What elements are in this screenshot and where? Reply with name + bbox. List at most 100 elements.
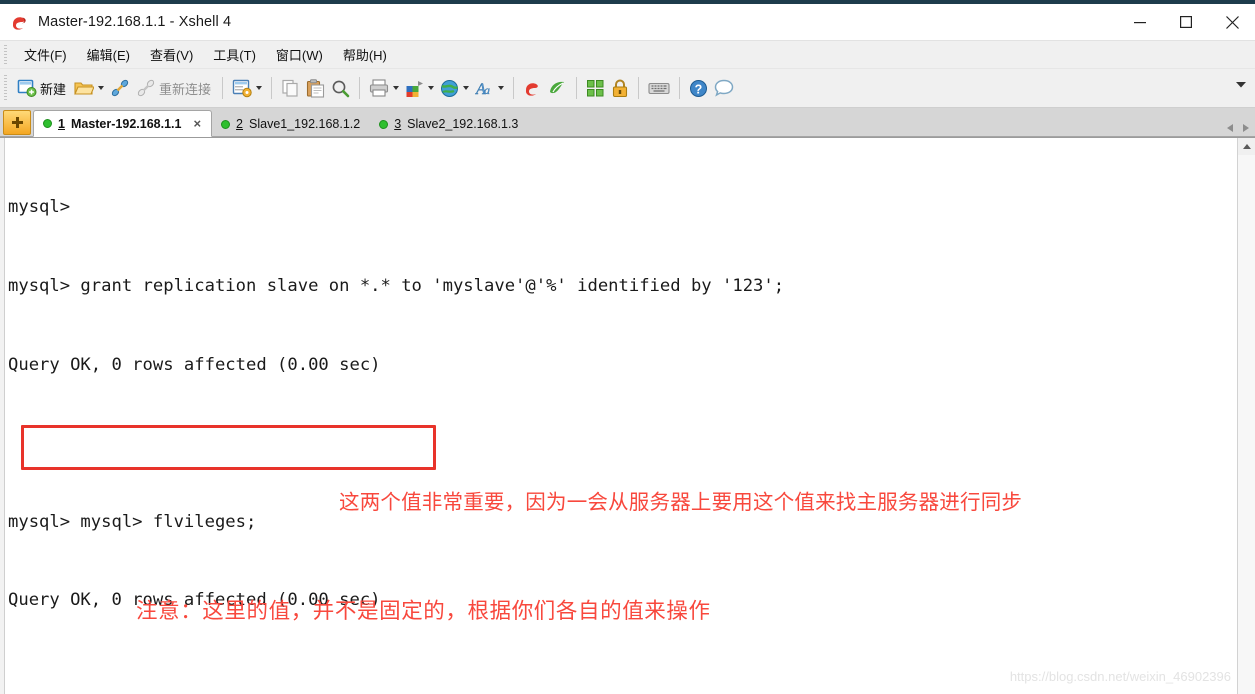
watermark: https://blog.csdn.net/weixin_46902396	[1009, 668, 1231, 684]
menu-tools[interactable]: 工具(T)	[203, 43, 266, 66]
lock-button[interactable]	[608, 73, 632, 103]
color-scheme-caret-icon[interactable]	[428, 86, 435, 90]
open-folder-caret-icon[interactable]	[98, 86, 105, 90]
tab-label: Slave1_192.168.1.2	[249, 117, 361, 131]
copy-icon	[281, 79, 300, 98]
menu-help[interactable]: 帮助(H)	[333, 43, 397, 66]
new-session-button[interactable]: 新建	[14, 73, 71, 103]
disconnect-button: 重新连接	[133, 73, 216, 103]
help-icon: ?	[689, 79, 708, 98]
help-button[interactable]: ?	[686, 73, 711, 103]
font-button[interactable]: A a	[472, 73, 507, 103]
toolbar-separator	[576, 77, 578, 99]
paste-button	[303, 73, 328, 103]
menu-edit[interactable]: 编辑(E)	[77, 43, 140, 66]
tab-slave1-192-168-1-2[interactable]: 2 Slave1_192.168.1.2	[212, 112, 370, 136]
arrange-button[interactable]	[583, 73, 608, 103]
new-session-label: 新建	[40, 81, 67, 97]
window-controls	[1117, 4, 1255, 40]
web-icon	[440, 79, 459, 98]
xftp-icon	[548, 79, 567, 98]
tab-slave2-192-168-1-3[interactable]: 3 Slave2_192.168.1.3	[370, 112, 528, 136]
tab-master-192-168-1-1[interactable]: 1 Master-192.168.1.1 ×	[33, 110, 213, 137]
title-bar: Master-192.168.1.1 - Xshell 4	[0, 4, 1255, 40]
session-manager-button[interactable]	[229, 73, 265, 103]
terminal-screen[interactable]: mysql> mysql> grant replication slave on…	[5, 138, 1237, 694]
connect-button[interactable]	[107, 73, 133, 103]
reconnect-label: 重新连接	[159, 81, 212, 97]
svg-text:?: ?	[695, 82, 703, 96]
tab-status-dot-icon	[379, 119, 389, 129]
terminal-line: mysql>	[8, 197, 71, 218]
minimize-button[interactable]	[1117, 4, 1163, 40]
terminal-line: Query OK, 0 rows affected (0.00 sec)	[8, 354, 381, 375]
color-scheme-icon	[405, 79, 424, 98]
tab-bar: 1 Master-192.168.1.1 × 2 Slave1_192.168.…	[0, 108, 1255, 137]
svg-text:a: a	[484, 83, 490, 97]
find-icon	[331, 79, 350, 98]
toolbar-separator	[638, 77, 640, 99]
keyboard-button[interactable]	[645, 73, 673, 103]
terminal-vertical-scrollbar[interactable]	[1237, 138, 1255, 694]
tab-close-icon[interactable]: ×	[193, 117, 201, 130]
scrollbar-up-button[interactable]	[1238, 138, 1255, 155]
menu-file[interactable]: 文件(F)	[14, 43, 77, 66]
window-title: Master-192.168.1.1 - Xshell 4	[38, 14, 232, 30]
xshell-button[interactable]	[520, 73, 545, 103]
new-tab-button[interactable]	[3, 110, 31, 135]
xshell-window: Master-192.168.1.1 - Xshell 4 文件(F) 编辑(E…	[0, 0, 1255, 694]
annotation-note-1: 这两个值非常重要，因为一会从服务器上要用这个值来找主服务器进行同步	[339, 491, 1023, 514]
copy-button	[278, 73, 303, 103]
tab-number: 1	[58, 116, 65, 131]
tab-scroll-right-arrow-right-icon[interactable]	[1243, 124, 1249, 132]
toolbar-overflow-chevron-down-icon[interactable]	[1235, 81, 1247, 89]
toolbar-separator	[679, 77, 681, 99]
paste-icon	[306, 78, 325, 98]
toolbar-separator	[359, 77, 361, 99]
print-icon	[369, 79, 389, 97]
tab-scroll-left-arrow-left-icon[interactable]	[1227, 124, 1233, 132]
arrow-up-icon	[1242, 144, 1251, 149]
session-manager-caret-icon[interactable]	[256, 86, 263, 90]
toolbar-separator	[222, 77, 224, 99]
chat-icon	[714, 79, 734, 97]
menu-window[interactable]: 窗口(W)	[266, 43, 333, 66]
new-session-icon	[17, 78, 37, 98]
tab-label: Slave2_192.168.1.3	[407, 117, 519, 131]
open-folder-icon	[74, 79, 95, 97]
terminal-line: mysql> grant replication slave on *.* to…	[8, 276, 785, 296]
toolbar-separator	[513, 77, 515, 99]
annotation-note-2: 注意：这里的值，并不是固定的，根据你们各自的值来操作	[136, 599, 711, 623]
print-button[interactable]	[366, 73, 402, 103]
toolbar-separator	[271, 77, 273, 99]
tab-label: Master-192.168.1.1	[70, 116, 182, 131]
tab-status-dot-icon	[43, 119, 52, 128]
title-bar-left: Master-192.168.1.1 - Xshell 4	[0, 13, 231, 32]
connect-icon	[110, 78, 130, 98]
maximize-button[interactable]	[1163, 4, 1209, 40]
color-scheme-button[interactable]	[402, 73, 437, 103]
open-folder-button[interactable]	[71, 73, 107, 103]
session-manager-icon	[232, 79, 252, 98]
xshell-logo-icon	[10, 13, 29, 32]
web-button[interactable]	[437, 73, 472, 103]
arrange-icon	[586, 79, 605, 98]
disconnect-icon	[136, 78, 156, 98]
xftp-button[interactable]	[545, 73, 570, 103]
close-button[interactable]	[1209, 4, 1255, 40]
tab-number: 3	[394, 117, 402, 131]
chat-button[interactable]	[711, 73, 737, 103]
tab-scroll-controls	[1227, 124, 1249, 132]
find-button[interactable]	[328, 73, 353, 103]
keyboard-icon	[648, 80, 670, 96]
tab-status-dot-icon	[221, 119, 231, 129]
scrollbar-track[interactable]	[1238, 155, 1255, 694]
web-caret-icon[interactable]	[463, 86, 470, 90]
menu-view[interactable]: 查看(V)	[140, 43, 203, 66]
font-caret-icon[interactable]	[498, 86, 505, 90]
toolbar: 新建 重新连接 A a ?	[0, 68, 1255, 108]
menu-bar: 文件(F) 编辑(E) 查看(V) 工具(T) 窗口(W) 帮助(H)	[0, 40, 1255, 68]
lock-icon	[611, 79, 629, 98]
print-caret-icon[interactable]	[393, 86, 400, 90]
